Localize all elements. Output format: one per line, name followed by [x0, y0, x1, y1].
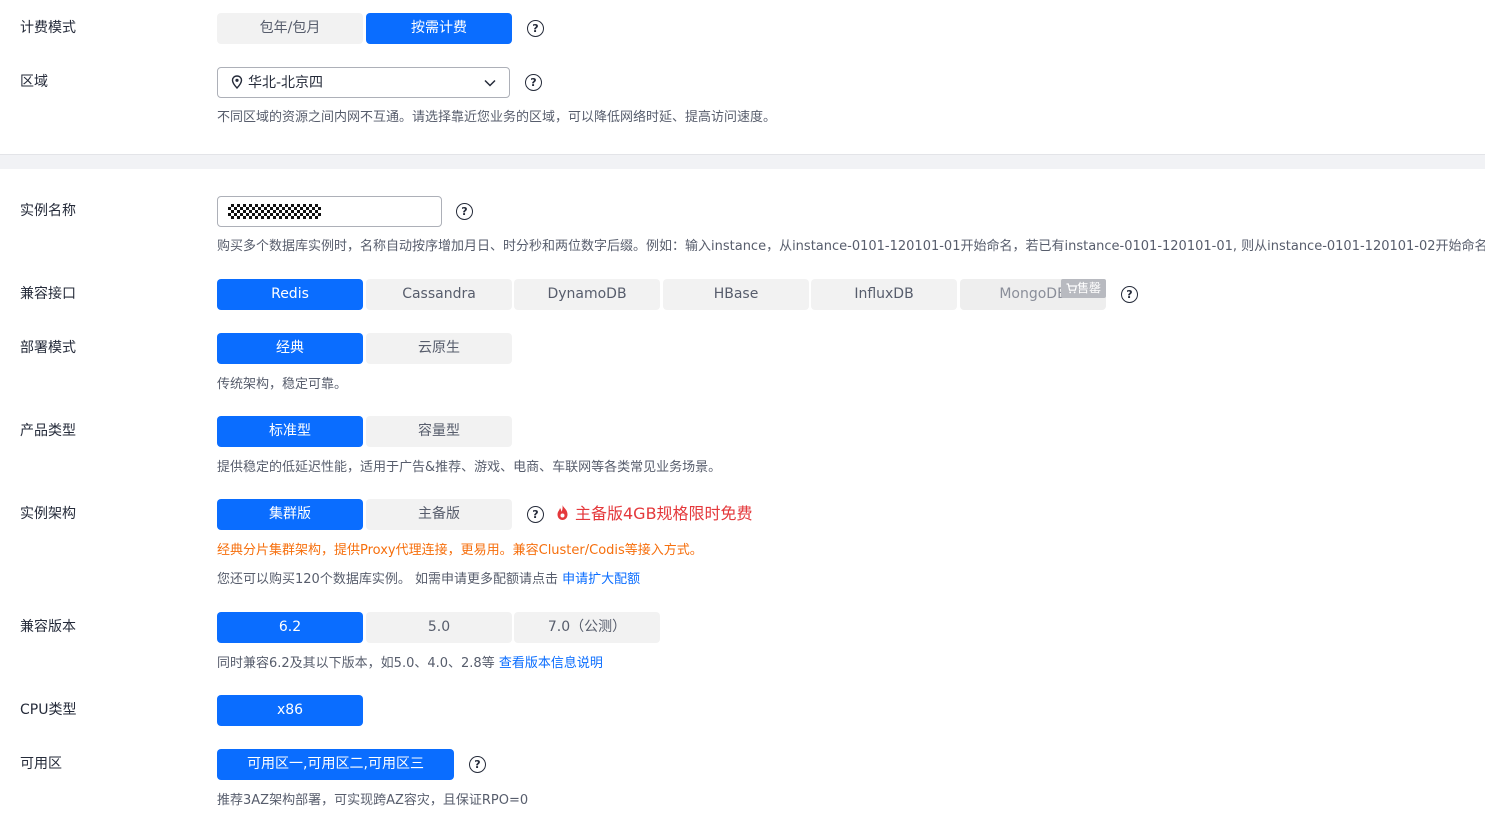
instance-name-input[interactable] [217, 196, 442, 227]
version-option-5-0[interactable]: 5.0 [366, 612, 512, 643]
az-selector[interactable]: 可用区一,可用区二,可用区三 [217, 749, 454, 780]
arch-option-master-standby[interactable]: 主备版 [366, 499, 512, 530]
region-label: 区域 [20, 74, 48, 90]
free-promo-text: 主备版4GB规格限时免费 [575, 504, 753, 523]
sold-out-badge: 售罄 [1061, 279, 1106, 298]
az-help-icon[interactable]: ? [469, 756, 486, 773]
instance-arch-hint: 经典分片集群架构，提供Proxy代理连接，更易用。兼容Cluster/Codis… [217, 543, 703, 558]
billing-help-icon[interactable]: ? [527, 20, 544, 37]
compat-interface-label: 兼容接口 [20, 286, 76, 302]
billing-label: 计费模式 [20, 20, 76, 36]
deploy-mode-label: 部署模式 [20, 340, 76, 356]
version-hint-text: 同时兼容6.2及其以下版本，如5.0、4.0、2.8等 [217, 656, 499, 671]
region-help-icon[interactable]: ? [525, 74, 542, 91]
version-option-6-2[interactable]: 6.2 [217, 612, 363, 643]
instance-arch-help-icon[interactable]: ? [527, 506, 544, 523]
product-option-capacity[interactable]: 容量型 [366, 416, 512, 447]
az-hint: 推荐3AZ架构部署，可实现跨AZ容灾，且保证RPO=0 [217, 793, 529, 808]
cart-icon [1066, 283, 1078, 294]
arch-option-cluster[interactable]: 集群版 [217, 499, 363, 530]
interface-option-influxdb[interactable]: InfluxDB [811, 279, 957, 310]
instance-name-help-icon[interactable]: ? [456, 203, 473, 220]
version-info-link[interactable]: 查看版本信息说明 [499, 656, 603, 671]
product-option-standard[interactable]: 标准型 [217, 416, 363, 447]
product-type-hint: 提供稳定的低延迟性能，适用于广告&推荐、游戏、电商、车联网等各类常见业务场景。 [217, 460, 722, 475]
chevron-down-icon [484, 79, 496, 87]
interface-option-redis[interactable]: Redis [217, 279, 363, 310]
instance-arch-label: 实例架构 [20, 506, 76, 522]
quota-text: 您还可以购买120个数据库实例。 如需申请更多配额请点击 [217, 572, 563, 587]
instance-name-hint: 购买多个数据库实例时，名称自动按序增加月日、时分秒和两位数字后缀。例如：输入in… [217, 239, 1485, 254]
section-divider [0, 154, 1485, 169]
billing-option-yearly-monthly[interactable]: 包年/包月 [217, 13, 363, 44]
compat-interface-help-icon[interactable]: ? [1121, 286, 1138, 303]
interface-option-dynamodb[interactable]: DynamoDB [514, 279, 660, 310]
sold-out-text: 售罄 [1076, 281, 1101, 295]
instance-name-label: 实例名称 [20, 203, 76, 219]
deploy-mode-hint: 传统架构，稳定可靠。 [217, 377, 348, 392]
region-hint: 不同区域的资源之间内网不互通。请选择靠近您业务的区域，可以降低网络时延、提高访问… [217, 110, 777, 125]
quota-hint: 您还可以购买120个数据库实例。 如需申请更多配额请点击 申请扩大配额 [217, 571, 640, 589]
version-option-7-0-beta[interactable]: 7.0（公测） [514, 612, 660, 643]
cpu-type-label: CPU类型 [20, 702, 77, 718]
billing-option-on-demand[interactable]: 按需计费 [366, 13, 512, 44]
redacted-name-value [228, 204, 321, 219]
deploy-option-classic[interactable]: 经典 [217, 333, 363, 364]
location-pin-icon [231, 75, 243, 89]
interface-option-cassandra[interactable]: Cassandra [366, 279, 512, 310]
compat-version-label: 兼容版本 [20, 619, 76, 635]
request-quota-link[interactable]: 申请扩大配额 [562, 572, 640, 587]
region-select[interactable]: 华北-北京四 [217, 67, 510, 98]
compat-version-hint: 同时兼容6.2及其以下版本，如5.0、4.0、2.8等 查看版本信息说明 [217, 655, 603, 673]
deploy-option-cloud-native[interactable]: 云原生 [366, 333, 512, 364]
region-value: 华北-北京四 [248, 75, 324, 91]
product-type-label: 产品类型 [20, 423, 76, 439]
flame-icon [557, 505, 568, 520]
az-label: 可用区 [20, 756, 62, 772]
interface-option-hbase[interactable]: HBase [663, 279, 809, 310]
cpu-option-x86[interactable]: x86 [217, 695, 363, 726]
